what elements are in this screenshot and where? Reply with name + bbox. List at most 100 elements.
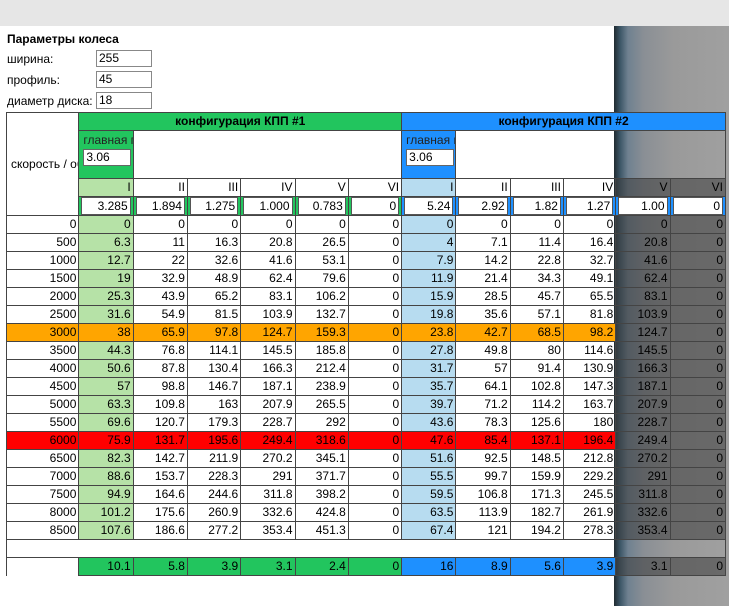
config2-speed-cell: 62.4 [615, 269, 671, 288]
config2-speed-cell: 67.4 [401, 521, 457, 540]
config1-speed-cell: 0 [132, 215, 188, 234]
rpm-cell: 4000 [5, 359, 80, 378]
config2-speed-cell: 21.4 [455, 269, 511, 288]
config2-speed-cell: 147.3 [562, 377, 617, 396]
config1-speed-cell: 82.3 [78, 449, 134, 468]
config2-speed-cell: 57.1 [509, 305, 564, 324]
config1-speed-cell: 424.8 [294, 503, 349, 522]
config1-speed-cell: 0 [347, 449, 403, 468]
config2-speed-cell: 19.8 [401, 305, 457, 324]
config2-speed-cell: 249.4 [615, 431, 671, 450]
config1-speed-cell: 186.6 [132, 521, 188, 540]
config1-speed-cell: 44.3 [78, 341, 134, 360]
config2-speed-cell: 71.2 [455, 395, 511, 414]
config1-gear-header: I [78, 178, 134, 197]
config1-summary-cell: 0 [347, 557, 403, 576]
config1-speed-cell: 311.8 [240, 485, 296, 504]
config2-speed-cell: 102.8 [509, 377, 564, 396]
config2-speed-cell: 32.7 [562, 251, 617, 270]
config2-speed-cell: 196.4 [562, 431, 617, 450]
config1-speed-cell: 87.8 [132, 359, 188, 378]
config1-speed-cell: 41.6 [240, 251, 296, 270]
rpm-cell: 500 [5, 233, 80, 252]
config2-speed-cell: 0 [401, 215, 457, 234]
config1-ratio-input[interactable]: 1.000 [243, 197, 293, 215]
config1-speed-cell: 22 [132, 251, 188, 270]
config2-speed-cell: 0 [669, 449, 727, 468]
table-row: 3500 44.3 76.8 114.1 145.5 185.8 0 27.8 49.8 80 11… [5, 341, 727, 360]
table-row: 6000 75.9 131.7 195.6 249.4 318.6 0 47.6 85.4 137… [5, 431, 727, 450]
disk-diameter-input[interactable]: 18 [96, 92, 152, 109]
config1-speed-cell: 32.6 [186, 251, 242, 270]
table-row: 3000 38 65.9 97.8 124.7 159.3 0 23.8 42.7 68.5 98.… [5, 323, 727, 342]
config1-speed-cell: 57 [78, 377, 134, 396]
config2-speed-cell: 261.9 [562, 503, 617, 522]
config2-speed-cell: 0 [669, 323, 727, 342]
config2-speed-cell: 59.5 [401, 485, 457, 504]
table-row: 4500 57 98.8 146.7 187.1 238.9 0 35.7 64.1 102.8 1… [5, 377, 727, 396]
config1-ratio-input[interactable]: 1.894 [135, 197, 185, 215]
config1-speed-cell: 75.9 [78, 431, 134, 450]
config2-speed-cell: 163.7 [562, 395, 617, 414]
table-row: 1000 12.7 22 32.6 41.6 53.1 0 7.9 14.2 22.8 32.7 41… [5, 251, 727, 270]
config2-ratio-input[interactable]: 1.00 [618, 197, 668, 215]
config2-main-pair: главная пара 3.06 [401, 130, 457, 179]
config2-ratio-input[interactable]: 1.82 [512, 197, 561, 215]
config2-speed-cell: 0 [669, 233, 727, 252]
rpm-cell: 7000 [5, 467, 80, 486]
config2-ratio-input[interactable]: 5.24 [404, 197, 454, 215]
config1-speed-cell: 20.8 [240, 233, 296, 252]
table-row: 5500 69.6 120.7 179.3 228.7 292 0 43.6 78.3 125.6… [5, 413, 727, 432]
config2-speed-cell: 229.2 [562, 467, 617, 486]
profile-input[interactable]: 45 [96, 71, 152, 88]
config1-speed-cell: 63.3 [78, 395, 134, 414]
width-input[interactable]: 255 [96, 50, 152, 67]
width-label: ширина: [7, 51, 54, 66]
config1-speed-cell: 53.1 [294, 251, 349, 270]
config1-speed-cell: 187.1 [240, 377, 296, 396]
config2-ratio-input[interactable]: 0 [672, 197, 723, 215]
config2-speed-cell: 166.3 [615, 359, 671, 378]
config2-speed-cell: 41.6 [615, 251, 671, 270]
config2-speed-cell: 43.6 [401, 413, 457, 432]
wheel-params-panel: Параметры колеса ширина: 255 профиль: 45… [7, 32, 207, 111]
config2-speed-cell: 35.6 [455, 305, 511, 324]
config2-summary-cell: 3.9 [562, 557, 617, 576]
config1-speed-cell: 353.4 [240, 521, 296, 540]
table-row: 2000 25.3 43.9 65.2 83.1 106.2 0 15.9 28.5 45.7 65… [5, 287, 727, 306]
table-row: 1500 19 32.9 48.9 62.4 79.6 0 11.9 21.4 34.3 49.1 6… [5, 269, 727, 288]
config1-speed-cell: 212.4 [294, 359, 349, 378]
config1-ratio-input[interactable]: 3.285 [81, 197, 131, 215]
config1-speed-cell: 345.1 [294, 449, 349, 468]
config2-ratio-input[interactable]: 2.92 [458, 197, 508, 215]
config2-ratio-input[interactable]: 1.27 [565, 197, 614, 215]
config1-speed-cell: 81.5 [186, 305, 242, 324]
config1-speed-cell: 0 [347, 359, 403, 378]
config1-speed-cell: 291 [240, 467, 296, 486]
config1-speed-cell: 166.3 [240, 359, 296, 378]
config1-main-pair-input[interactable]: 3.06 [83, 149, 132, 166]
config2-speed-cell: 23.8 [401, 323, 457, 342]
config1-speed-cell: 0 [186, 215, 242, 234]
config1-speed-cell: 179.3 [186, 413, 242, 432]
config1-speed-cell: 98.8 [132, 377, 188, 396]
config2-speed-cell: 31.7 [401, 359, 457, 378]
config1-ratio-input[interactable]: 0 [350, 197, 400, 215]
config1-ratio-input[interactable]: 1.275 [189, 197, 239, 215]
rpm-cell: 2500 [5, 305, 80, 324]
config1-speed-cell: 109.8 [132, 395, 188, 414]
config2-speed-cell: 55.5 [401, 467, 457, 486]
config2-speed-cell: 311.8 [615, 485, 671, 504]
table-row: 8000 101.2 175.6 260.9 332.6 424.8 0 63.5 113.9 1… [5, 503, 727, 522]
config1-speed-cell: 0 [347, 503, 403, 522]
config1-summary-cell: 3.9 [186, 557, 242, 576]
config1-speed-cell: 19 [78, 269, 134, 288]
config1-speed-cell: 120.7 [132, 413, 188, 432]
rpm-cell: 0 [5, 215, 80, 234]
rpm-cell: 5500 [5, 413, 80, 432]
config1-speed-cell: 11 [132, 233, 188, 252]
config2-speed-cell: 0 [669, 377, 727, 396]
config2-main-pair-input[interactable]: 3.06 [406, 149, 455, 166]
rpm-cell: 1500 [5, 269, 80, 288]
config1-ratio-input[interactable]: 0.783 [297, 197, 346, 215]
